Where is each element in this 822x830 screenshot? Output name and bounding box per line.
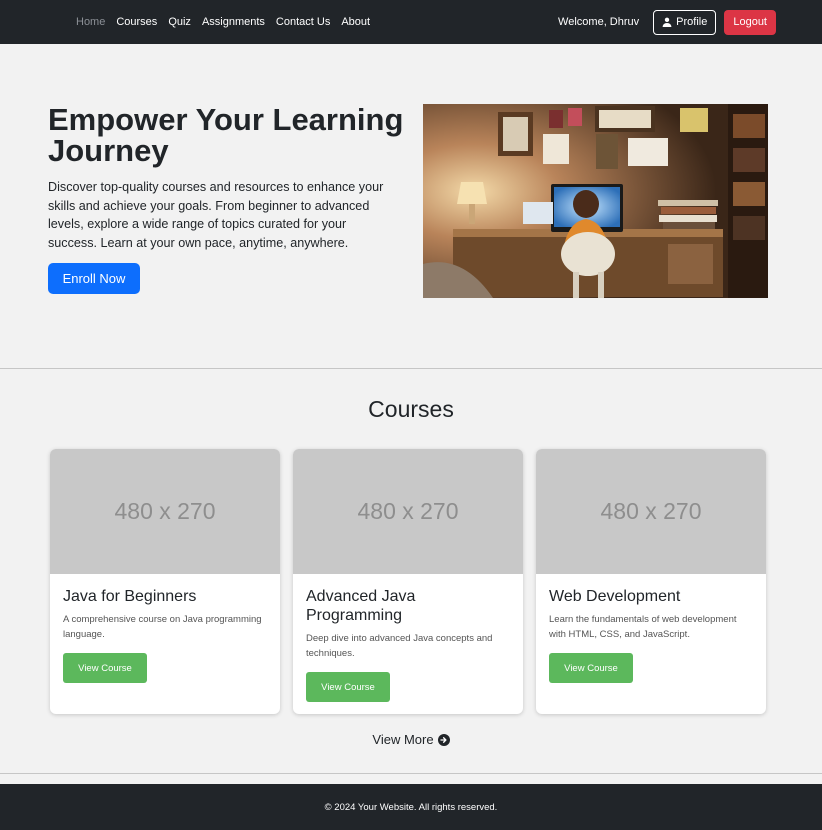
courses-heading: Courses [368, 396, 454, 422]
course-card-body: Web Development Learn the fundamentals o… [536, 574, 766, 695]
arrow-circle-right-icon [437, 733, 450, 746]
nav-link-home[interactable]: Home [76, 16, 105, 28]
footer: © 2024 Your Website. All rights reserved… [0, 784, 822, 830]
course-title: Advanced Java Programming [306, 588, 416, 624]
logout-button[interactable]: Logout [724, 9, 776, 35]
nav-link-assignments[interactable]: Assignments [202, 16, 265, 28]
nav-links: Home Courses Quiz Assignments Contact Us… [76, 0, 370, 44]
view-more-link[interactable]: View More [0, 732, 822, 747]
course-card-body: Java for Beginners A comprehensive cours… [50, 574, 280, 695]
course-card-body: Advanced Java Programming Deep dive into… [293, 574, 523, 714]
view-course-button[interactable]: View Course [549, 653, 633, 683]
course-title: Java for Beginners [63, 588, 197, 605]
course-image-placeholder: 480 x 270 [50, 449, 280, 574]
view-course-button[interactable]: View Course [63, 653, 147, 683]
nav-link-courses[interactable]: Courses [116, 16, 157, 28]
copyright-text: © 2024 Your Website. All rights reserved… [324, 801, 498, 813]
course-image-placeholder: 480 x 270 [536, 449, 766, 574]
course-description: Learn the fundamentals of web developmen… [549, 614, 737, 640]
view-more-label: View More [372, 732, 434, 747]
course-description: A comprehensive course on Java programmi… [63, 614, 262, 640]
user-icon [662, 17, 672, 27]
course-title: Web Development [549, 588, 681, 605]
course-image-placeholder: 480 x 270 [293, 449, 523, 574]
view-course-button[interactable]: View Course [306, 672, 390, 702]
welcome-text: Welcome, Dhruv [558, 16, 640, 28]
section-divider [0, 368, 822, 369]
profile-button[interactable]: Profile [653, 9, 717, 35]
navbar: Home Courses Quiz Assignments Contact Us… [0, 0, 822, 44]
course-card: 480 x 270 Advanced Java Programming Deep… [293, 449, 523, 714]
nav-user-area: Welcome, Dhruv Profile Logout [558, 0, 776, 44]
enroll-now-button[interactable]: Enroll Now [48, 263, 140, 294]
nav-link-about[interactable]: About [341, 16, 370, 28]
course-card: 480 x 270 Web Development Learn the fund… [536, 449, 766, 714]
hero-description: Discover top-quality courses and resourc… [48, 180, 384, 250]
nav-link-contact-us[interactable]: Contact Us [276, 16, 330, 28]
hero-title: Empower Your Learning Journey [48, 102, 404, 168]
hero-image [423, 104, 768, 298]
profile-button-label: Profile [676, 16, 708, 28]
nav-link-quiz[interactable]: Quiz [168, 16, 191, 28]
course-card: 480 x 270 Java for Beginners A comprehen… [50, 449, 280, 714]
footer-divider [0, 773, 822, 774]
course-description: Deep dive into advanced Java concepts an… [306, 633, 493, 659]
